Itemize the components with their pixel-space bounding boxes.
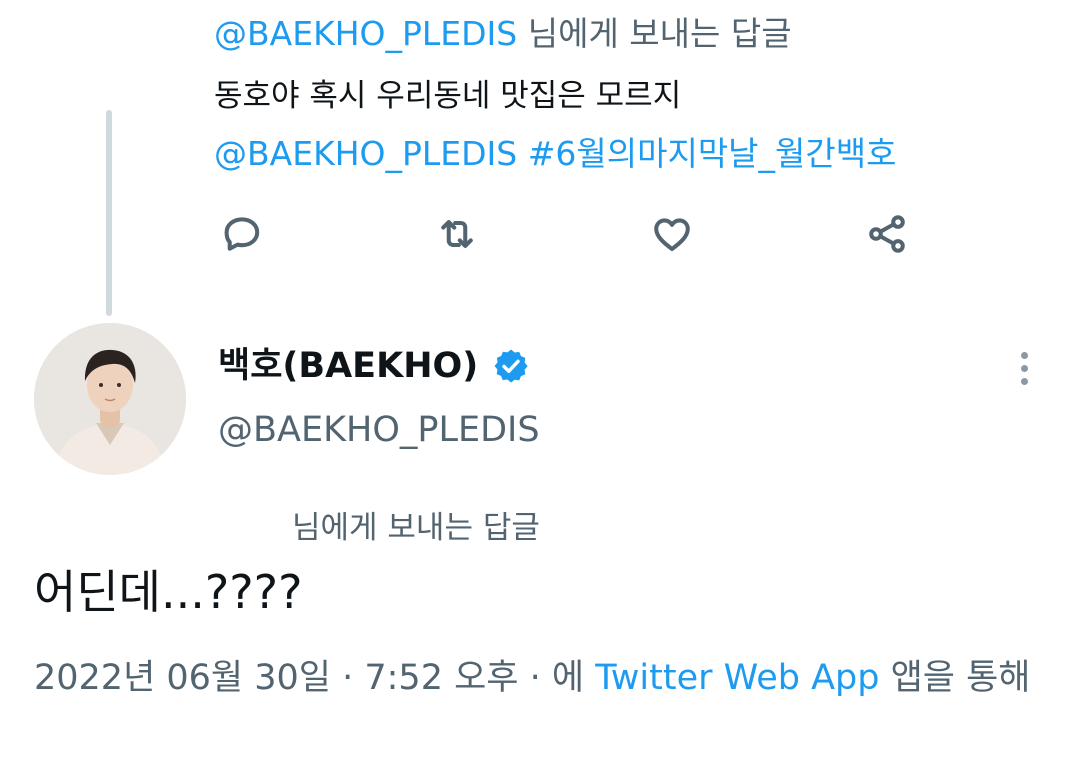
- share-button[interactable]: [860, 207, 914, 261]
- replying-to-label: 님에게 보내는 답글: [292, 510, 540, 546]
- parent-reply-handle-link[interactable]: @BAEKHO_PLEDIS: [214, 14, 517, 53]
- more-dot-icon: [1020, 364, 1028, 372]
- retweet-button[interactable]: [430, 207, 484, 261]
- parent-mention-link[interactable]: @BAEKHO_PLEDIS: [214, 134, 517, 173]
- retweet-icon: [441, 220, 473, 248]
- parent-reply-context: @BAEKHO_PLEDIS 님에게 보내는 답글: [214, 14, 792, 54]
- tweet-source-link[interactable]: Twitter Web App: [595, 658, 879, 698]
- parent-hashtag-link[interactable]: #6월의마지막날_월간백호: [528, 134, 897, 173]
- more-dot-icon: [1020, 377, 1028, 385]
- tweet-source-suffix: 앱을 통해: [879, 658, 1031, 698]
- author-handle[interactable]: @BAEKHO_PLEDIS: [218, 408, 540, 452]
- avatar[interactable]: [34, 323, 186, 475]
- author-display-name[interactable]: 백호(BAEKHO): [218, 344, 478, 388]
- like-icon: [654, 218, 690, 252]
- reply-button[interactable]: [215, 207, 269, 261]
- parent-tweet-text: 동호야 혹시 우리동네 맛집은 모르지: [214, 78, 682, 114]
- like-button[interactable]: [645, 207, 699, 261]
- share-icon: [869, 215, 905, 253]
- author-display-name-row: 백호(BAEKHO): [218, 344, 530, 388]
- tweet-timestamp[interactable]: 2022년 06월 30일 · 7:52 오후 · 에: [34, 658, 595, 698]
- tweet-metadata: 2022년 06월 30일 · 7:52 오후 · 에 Twitter Web …: [34, 652, 1044, 704]
- more-dot-icon: [1020, 351, 1028, 359]
- parent-reply-suffix: 님에게 보내는 답글: [517, 14, 792, 53]
- verified-badge-icon: [494, 349, 528, 383]
- tweet-text: 어딘데...????: [34, 565, 303, 619]
- profile-photo-icon: [34, 323, 186, 475]
- more-options-button[interactable]: [1004, 346, 1044, 390]
- parent-tweet-tags: @BAEKHO_PLEDIS #6월의마지막날_월간백호: [214, 134, 896, 174]
- thread-connector-line: [106, 110, 112, 316]
- reply-icon: [224, 217, 260, 251]
